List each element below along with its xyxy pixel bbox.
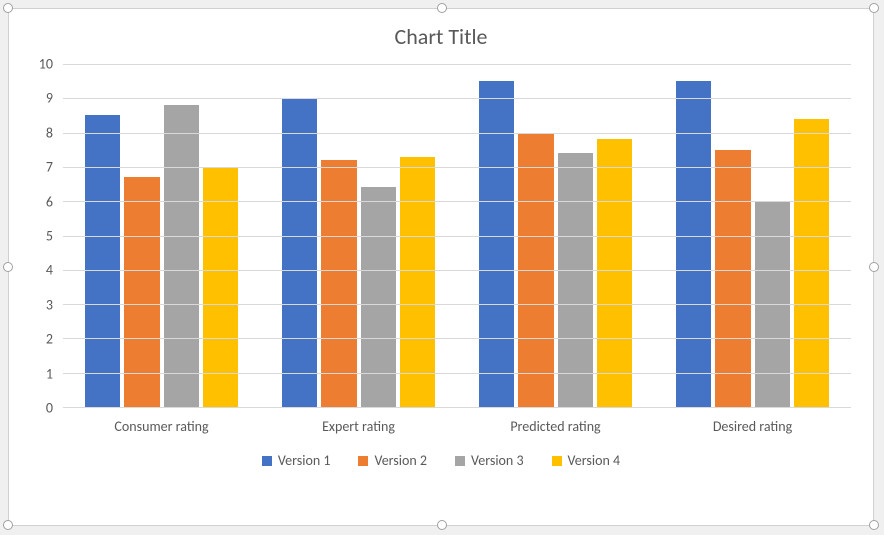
gridline [63, 64, 851, 65]
resize-handle-top-mid[interactable] [437, 3, 447, 13]
resize-handle-bot-right[interactable] [869, 520, 879, 530]
resize-handle-bot-mid[interactable] [437, 520, 447, 530]
y-tick-label: 0 [46, 400, 53, 417]
y-tick-label: 2 [46, 331, 53, 348]
y-tick-label: 3 [46, 296, 53, 313]
gridline [63, 167, 851, 168]
bar[interactable] [794, 119, 829, 407]
y-axis: 109876543210 [27, 58, 57, 438]
legend-swatch [358, 456, 368, 466]
x-tick-label: Desired rating [654, 412, 851, 438]
legend-swatch [552, 456, 562, 466]
bar[interactable] [321, 160, 356, 407]
gridline [63, 98, 851, 99]
y-tick-label: 4 [46, 262, 53, 279]
legend-item[interactable]: Version 2 [358, 452, 427, 469]
gridline [63, 133, 851, 134]
plot-area[interactable] [63, 64, 851, 408]
bar[interactable] [715, 150, 750, 407]
x-tick-label: Predicted rating [457, 412, 654, 438]
y-tick-label: 7 [46, 159, 53, 176]
bar[interactable] [203, 167, 238, 407]
legend-label: Version 2 [374, 452, 427, 469]
y-tick-label: 9 [46, 90, 53, 107]
bar[interactable] [479, 81, 514, 407]
bar[interactable] [597, 139, 632, 407]
y-tick-label: 1 [46, 365, 53, 382]
legend-item[interactable]: Version 3 [455, 452, 524, 469]
x-axis-labels: Consumer ratingExpert ratingPredicted ra… [63, 412, 851, 438]
gridline [63, 373, 851, 374]
y-tick-label: 5 [46, 228, 53, 245]
bar[interactable] [400, 157, 435, 407]
y-tick-label: 10 [39, 56, 53, 73]
gridline [63, 304, 851, 305]
gridline [63, 338, 851, 339]
gridline [63, 236, 851, 237]
resize-handle-bot-left[interactable] [3, 520, 13, 530]
legend-swatch [455, 456, 465, 466]
bar[interactable] [558, 153, 593, 407]
bar[interactable] [85, 115, 120, 407]
x-tick-label: Expert rating [260, 412, 457, 438]
resize-handle-mid-right[interactable] [869, 262, 879, 272]
resize-handle-top-right[interactable] [869, 3, 879, 13]
resize-handle-mid-left[interactable] [3, 262, 13, 272]
legend-label: Version 3 [471, 452, 524, 469]
legend-label: Version 4 [568, 452, 621, 469]
legend-item[interactable]: Version 4 [552, 452, 621, 469]
chart-title[interactable]: Chart Title [9, 9, 873, 58]
chart-object[interactable]: Chart Title 109876543210 Consumer rating… [8, 8, 874, 526]
bar[interactable] [282, 98, 317, 407]
y-tick-label: 8 [46, 124, 53, 141]
legend-swatch [262, 456, 272, 466]
bar[interactable] [164, 105, 199, 407]
gridline [63, 201, 851, 202]
y-tick-label: 6 [46, 193, 53, 210]
resize-handle-top-left[interactable] [3, 3, 13, 13]
gridline [63, 407, 851, 408]
legend-label: Version 1 [278, 452, 331, 469]
bar[interactable] [361, 187, 396, 407]
legend-item[interactable]: Version 1 [262, 452, 331, 469]
plot-wrap: 109876543210 Consumer ratingExpert ratin… [27, 58, 855, 438]
bar[interactable] [676, 81, 711, 407]
x-tick-label: Consumer rating [63, 412, 260, 438]
legend[interactable]: Version 1 Version 2 Version 3 Version 4 [9, 438, 873, 479]
gridline [63, 270, 851, 271]
